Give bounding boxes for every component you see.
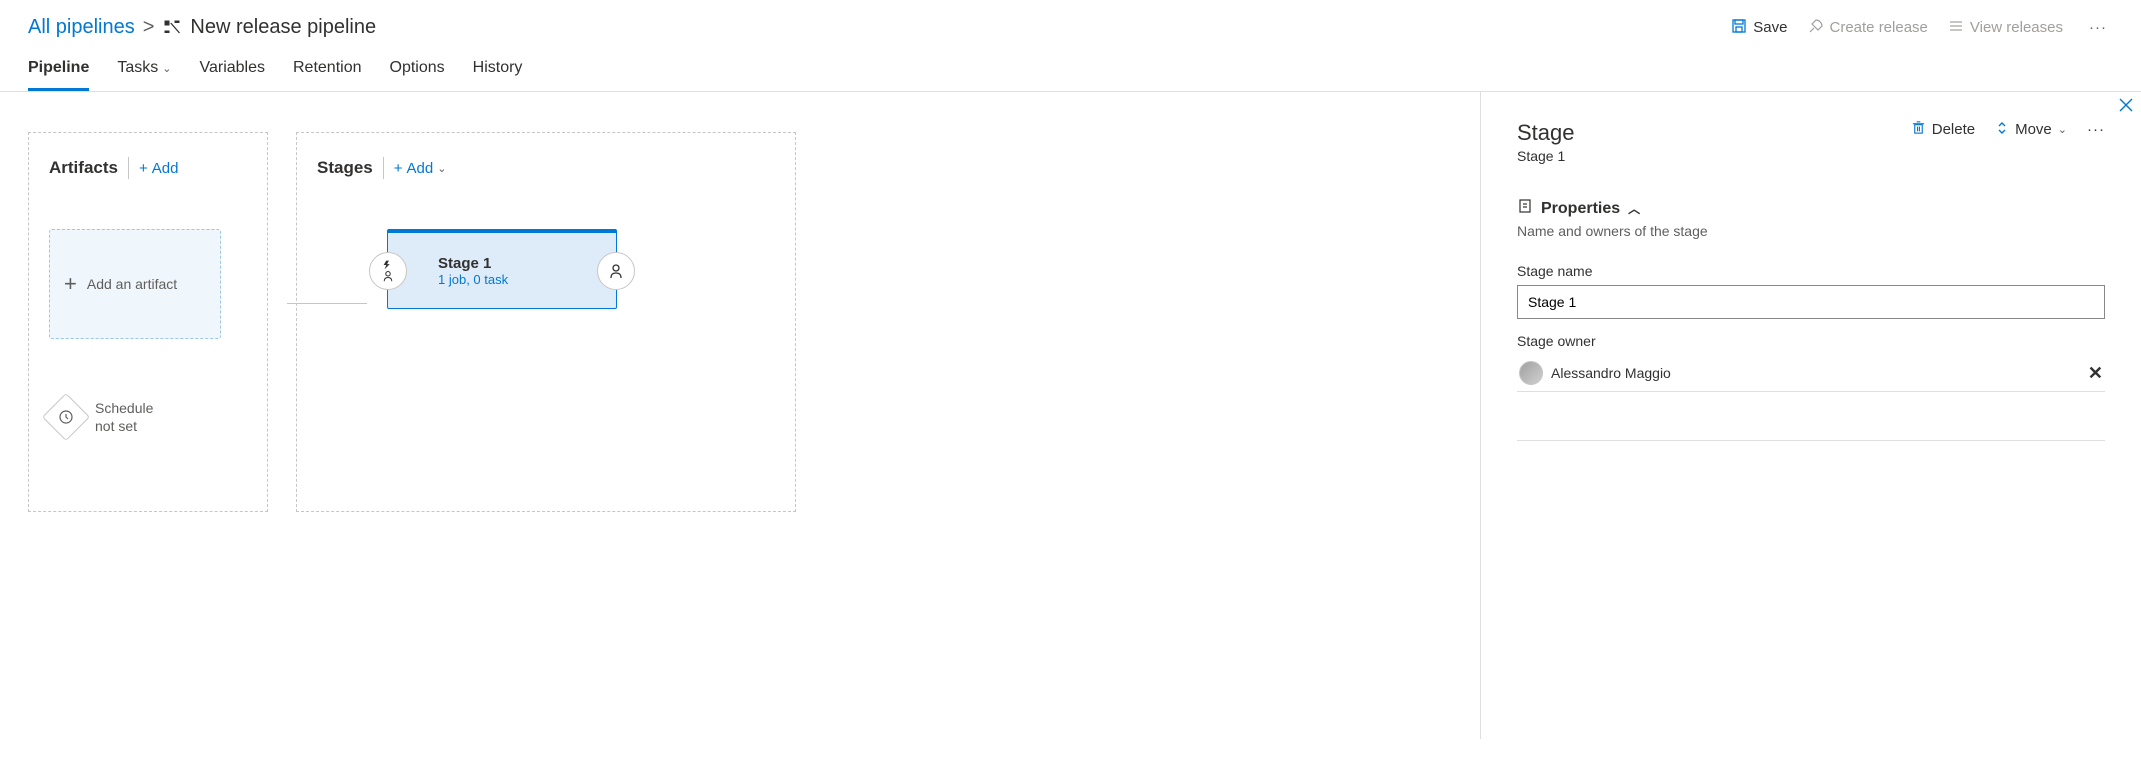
rocket-icon: [1808, 18, 1824, 38]
toolbar: Save Create release View releases ···: [1731, 18, 2113, 38]
breadcrumb-title: New release pipeline: [190, 16, 376, 39]
stage-name-input[interactable]: [1517, 285, 2105, 319]
stages-title: Stages: [317, 158, 373, 178]
save-icon: [1731, 18, 1747, 38]
tab-pipeline[interactable]: Pipeline: [28, 59, 89, 91]
remove-owner-button[interactable]: ✕: [2088, 363, 2103, 384]
breadcrumb-separator: >: [143, 16, 155, 39]
chevron-down-icon: ⌄: [437, 162, 446, 175]
stage-card-name: Stage 1: [438, 255, 508, 272]
create-release-button[interactable]: Create release: [1808, 18, 1928, 38]
stage-card-jobs-link[interactable]: 1 job, 0 task: [438, 272, 508, 287]
properties-heading: Properties: [1541, 200, 1620, 218]
chevron-down-icon: ⌄: [2058, 123, 2067, 136]
stages-column: Stages + Add ⌄ Stage 1 1 job, 0 task: [296, 132, 796, 512]
save-button[interactable]: Save: [1731, 18, 1787, 38]
stage-properties-panel: Stage Stage 1 Delete Move ⌄ ···: [1481, 92, 2141, 739]
connector-line: [287, 303, 367, 304]
properties-desc: Name and owners of the stage: [1517, 223, 2105, 239]
stage-owner-label: Stage owner: [1517, 333, 2105, 349]
tab-variables[interactable]: Variables: [199, 59, 265, 91]
stage-owner-row[interactable]: Alessandro Maggio ✕: [1517, 355, 2105, 392]
tab-tasks[interactable]: Tasks ⌄: [117, 59, 171, 91]
panel-more-button[interactable]: ···: [2087, 121, 2105, 138]
add-artifact-box[interactable]: + Add an artifact: [49, 229, 221, 339]
delete-label: Delete: [1932, 121, 1975, 138]
trash-icon: [1911, 120, 1926, 139]
move-label: Move: [2015, 121, 2052, 138]
schedule-label: Schedule not set: [95, 399, 175, 435]
divider: [128, 157, 129, 179]
stage-name-label: Stage name: [1517, 263, 2105, 279]
breadcrumb-root-link[interactable]: All pipelines: [28, 16, 135, 39]
view-releases-label: View releases: [1970, 19, 2063, 36]
save-label: Save: [1753, 19, 1787, 36]
plus-icon: +: [394, 160, 403, 177]
add-artifact-link[interactable]: + Add: [139, 160, 178, 177]
panel-title: Stage: [1517, 120, 1575, 146]
clock-icon: [42, 393, 90, 441]
panel-close-button[interactable]: [2119, 98, 2133, 117]
owner-name: Alessandro Maggio: [1551, 365, 1671, 381]
tab-history[interactable]: History: [473, 59, 523, 91]
breadcrumb: All pipelines > New release pipeline: [28, 16, 376, 39]
chevron-down-icon: ⌄: [162, 62, 171, 75]
move-icon: [1995, 121, 2009, 139]
add-artifact-placeholder-label: Add an artifact: [87, 275, 177, 293]
lightning-icon: [381, 260, 395, 270]
schedule-indicator[interactable]: Schedule not set: [49, 399, 247, 435]
view-releases-button[interactable]: View releases: [1948, 18, 2063, 38]
toolbar-more-button[interactable]: ···: [2083, 19, 2113, 36]
delete-stage-button[interactable]: Delete: [1911, 120, 1975, 139]
tab-retention[interactable]: Retention: [293, 59, 362, 91]
pipeline-icon: [162, 18, 182, 38]
person-icon: [608, 263, 624, 279]
plus-icon: +: [64, 271, 77, 297]
pipeline-canvas: Artifacts + Add + Add an artifact Schedu…: [0, 92, 1481, 739]
avatar: [1519, 361, 1543, 385]
tabs-row: Pipeline Tasks ⌄ Variables Retention Opt…: [0, 49, 2141, 92]
section-divider: [1517, 440, 2105, 441]
list-icon: [1948, 18, 1964, 38]
add-stage-label: Add: [407, 160, 434, 177]
properties-icon: [1517, 198, 1533, 219]
add-artifact-label: Add: [152, 160, 179, 177]
divider: [383, 157, 384, 179]
move-stage-button[interactable]: Move ⌄: [1995, 121, 2067, 139]
pre-deployment-conditions[interactable]: [369, 252, 407, 290]
tab-options[interactable]: Options: [390, 59, 445, 91]
artifacts-column: Artifacts + Add + Add an artifact Schedu…: [28, 132, 268, 512]
panel-subtitle: Stage 1: [1517, 148, 1575, 164]
chevron-up-icon: ︿: [1628, 200, 1640, 217]
post-deployment-conditions[interactable]: [597, 252, 635, 290]
artifacts-title: Artifacts: [49, 158, 118, 178]
tab-tasks-label: Tasks: [117, 59, 158, 77]
stage-card[interactable]: Stage 1 1 job, 0 task: [387, 229, 617, 309]
plus-icon: +: [139, 160, 148, 177]
person-icon: [381, 270, 395, 282]
create-release-label: Create release: [1830, 19, 1928, 36]
add-stage-link[interactable]: + Add ⌄: [394, 160, 447, 177]
properties-header[interactable]: Properties ︿: [1517, 198, 2105, 219]
